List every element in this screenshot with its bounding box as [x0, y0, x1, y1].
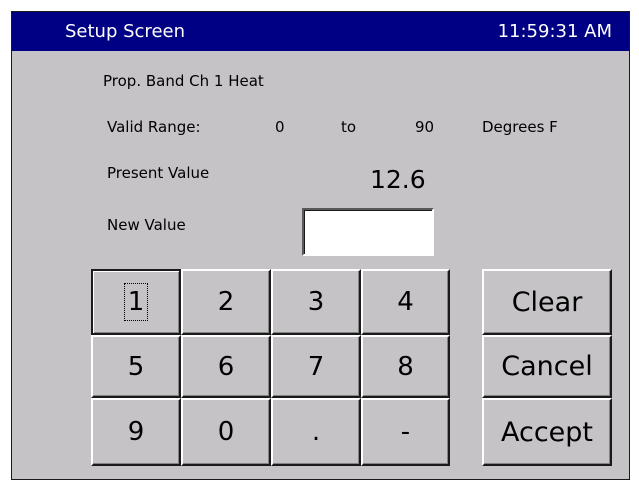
- key-2-label: 2: [217, 287, 235, 317]
- key-0-label: 0: [217, 417, 235, 447]
- present-value-label: Present Value: [107, 164, 210, 182]
- clear-button[interactable]: Clear: [482, 269, 612, 335]
- present-value: 12.6: [370, 165, 426, 194]
- accept-label: Accept: [500, 416, 594, 448]
- key-5-label: 5: [127, 351, 145, 382]
- title-bar: Setup Screen 11:59:31 AM: [12, 12, 629, 51]
- units-label: Degrees F: [482, 118, 558, 136]
- key-3-label: 3: [307, 287, 325, 317]
- new-value-field[interactable]: [302, 208, 434, 256]
- key-decimal-button[interactable]: .: [271, 398, 361, 466]
- key-3-button[interactable]: 3: [271, 269, 361, 335]
- key-1-label: 1: [123, 283, 149, 321]
- key-8-button[interactable]: 8: [361, 335, 450, 398]
- key-minus-button[interactable]: -: [361, 398, 450, 466]
- key-8-label: 8: [397, 351, 414, 382]
- key-7-button[interactable]: 7: [271, 335, 361, 398]
- window-title: Setup Screen: [65, 21, 185, 42]
- range-min: 0: [275, 118, 285, 136]
- key-6-button[interactable]: 6: [181, 335, 271, 398]
- range-max: 90: [415, 118, 435, 136]
- key-6-label: 6: [217, 351, 235, 382]
- clear-label: Clear: [511, 286, 583, 318]
- cancel-button[interactable]: Cancel: [482, 335, 612, 398]
- parameter-name: Prop. Band Ch 1 Heat: [103, 72, 264, 90]
- setup-window: Setup Screen 11:59:31 AM Prop. Band Ch 1…: [11, 11, 630, 480]
- cancel-label: Cancel: [501, 351, 593, 382]
- key-9-button[interactable]: 9: [91, 398, 181, 466]
- key-decimal-label: .: [311, 417, 321, 447]
- key-5-button[interactable]: 5: [91, 335, 181, 398]
- key-1-button[interactable]: 1: [91, 269, 181, 335]
- key-2-button[interactable]: 2: [181, 269, 271, 335]
- key-9-label: 9: [127, 417, 145, 447]
- new-value-label: New Value: [107, 216, 186, 234]
- key-0-button[interactable]: 0: [181, 398, 271, 466]
- clock: 11:59:31 AM: [497, 21, 612, 42]
- key-4-button[interactable]: 4: [361, 269, 450, 335]
- range-to: to: [341, 118, 357, 136]
- valid-range-label: Valid Range:: [107, 118, 201, 136]
- key-4-label: 4: [397, 287, 414, 317]
- key-7-label: 7: [307, 351, 325, 382]
- accept-button[interactable]: Accept: [482, 398, 612, 466]
- key-minus-label: -: [400, 417, 411, 447]
